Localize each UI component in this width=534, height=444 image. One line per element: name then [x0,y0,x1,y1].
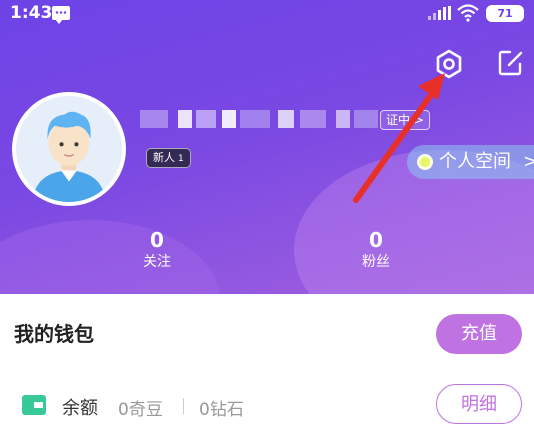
signal-icon [428,6,452,20]
badge-label: 新人 [153,151,175,164]
recharge-button[interactable]: 充值 [436,314,522,354]
battery-icon: 71 [486,5,524,22]
wallet-title: 我的钱包 [14,322,94,346]
status-bar: 1:43 71 [0,0,534,28]
following-stat[interactable]: 0 关注 [117,228,197,272]
avatar-illustration [16,96,122,202]
chevron-right-icon: > [523,151,534,172]
level-badge: 新人 1 [146,148,191,168]
following-count: 0 [150,228,164,252]
qidou-balance: 0奇豆 [118,400,163,420]
divider [183,398,184,414]
wifi-icon [457,4,479,22]
balance-label: 余额 [62,398,98,419]
wallet-section: 我的钱包 充值 余额 0奇豆 0钻石 明细 [0,294,534,444]
edit-icon[interactable] [496,48,526,78]
diamond-balance: 0钻石 [199,400,244,420]
space-icon [417,154,433,170]
avatar[interactable] [12,92,126,206]
verify-tag[interactable]: 证中 > [380,110,430,130]
settings-icon[interactable] [433,48,465,80]
personal-space-label: 个人空间 [439,151,511,172]
following-label: 关注 [143,254,171,270]
personal-space-button[interactable]: 个人空间 > [407,145,534,179]
profile-header: 1:43 71 证中 > 新人 1 个人空间 > 0 关注 0 粉丝 [0,0,534,300]
wallet-icon [22,395,46,415]
message-icon [52,6,70,24]
status-time: 1:43 [10,3,53,23]
username-blurred [140,110,380,130]
followers-stat[interactable]: 0 粉丝 [336,228,416,272]
followers-label: 粉丝 [362,254,390,270]
detail-button[interactable]: 明细 [436,384,522,424]
followers-count: 0 [369,228,383,252]
badge-level: 1 [178,154,184,164]
